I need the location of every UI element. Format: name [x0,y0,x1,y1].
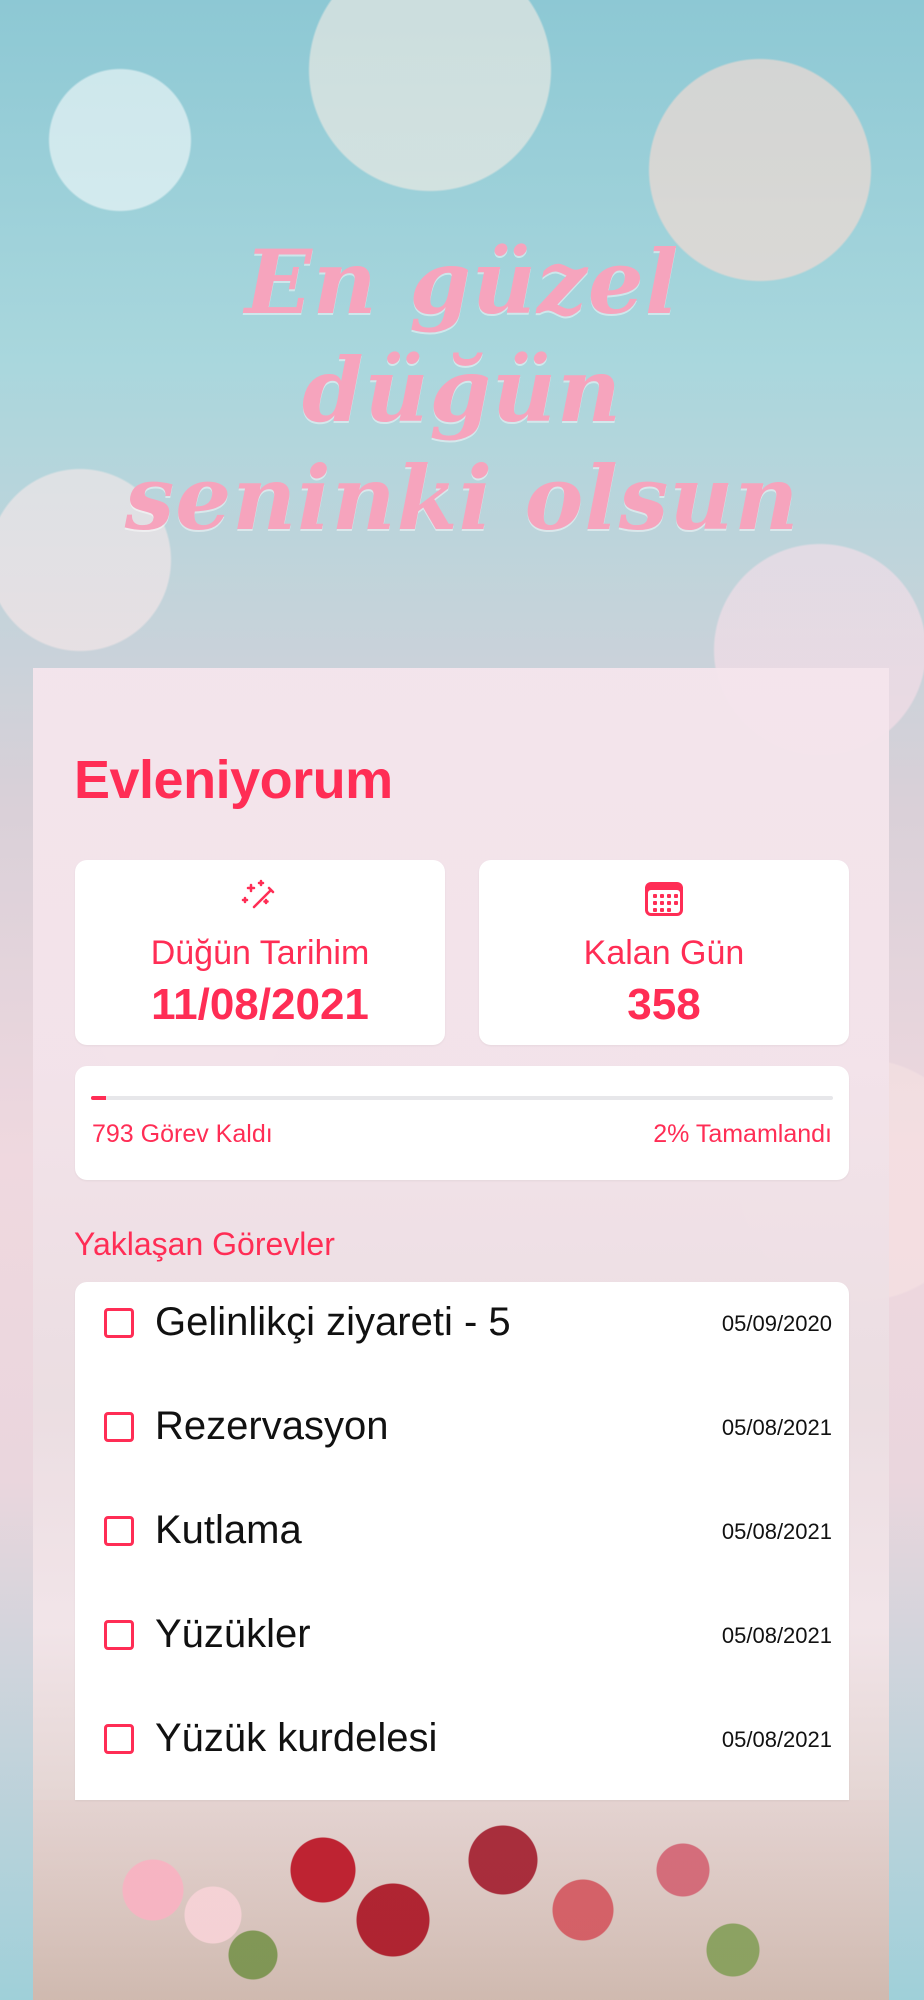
task-row[interactable]: Yüzük kurdelesi 05/08/2021 [75,1698,849,1802]
task-date: 05/08/2021 [721,1727,832,1752]
task-checkbox[interactable] [104,1308,134,1338]
task-progress-card: 793 Görev Kaldı 2% Tamamlandı [75,1066,849,1180]
days-left-value: 358 [627,980,701,1029]
upcoming-tasks-list: Gelinlikçi ziyareti - 5 05/09/2020 Rezer… [75,1282,849,1800]
task-row[interactable]: Kutlama 05/08/2021 [75,1490,849,1594]
task-checkbox[interactable] [104,1516,134,1546]
hero-title: En güzel düğün seninki olsun [124,230,800,550]
page-title: Evleniyorum [74,750,393,810]
wedding-date-card[interactable]: Düğün Tarihim 11/08/2021 [75,860,445,1045]
upcoming-tasks-title: Yaklaşan Görevler [74,1226,335,1262]
progress-fill [91,1096,106,1100]
floral-arrangement-image [33,1800,889,2000]
task-checkbox[interactable] [104,1412,134,1442]
progress-track [91,1096,833,1100]
hero-banner: En güzel düğün seninki olsun [0,0,924,700]
task-checkbox[interactable] [104,1620,134,1650]
wedding-date-value: 11/08/2021 [151,980,369,1029]
days-left-label: Kalan Gün [583,934,745,972]
days-left-card[interactable]: Kalan Gün 358 [479,860,849,1045]
task-date: 05/08/2021 [721,1415,832,1440]
task-label: Yüzükler [155,1612,311,1656]
remaining-tasks-text: 793 Görev Kaldı [92,1120,273,1148]
task-label: Kutlama [155,1508,302,1552]
task-label: Rezervasyon [155,1404,389,1448]
task-date: 05/09/2020 [721,1311,832,1336]
task-date: 05/08/2021 [721,1623,832,1648]
task-row[interactable]: Yüzükler 05/08/2021 [75,1594,849,1698]
task-row[interactable]: Gelinlikçi ziyareti - 5 05/09/2020 [75,1282,849,1386]
wedding-date-label: Düğün Tarihim [150,934,370,972]
completion-percentage-text: 2% Tamamlandı [653,1120,832,1148]
magic-wand-icon [241,879,275,909]
calendar-icon [645,882,683,916]
task-checkbox[interactable] [104,1724,134,1754]
task-row[interactable]: Rezervasyon 05/08/2021 [75,1386,849,1490]
task-date: 05/08/2021 [721,1519,832,1544]
task-label: Yüzük kurdelesi [155,1716,438,1760]
task-label: Gelinlikçi ziyareti - 5 [155,1300,511,1344]
